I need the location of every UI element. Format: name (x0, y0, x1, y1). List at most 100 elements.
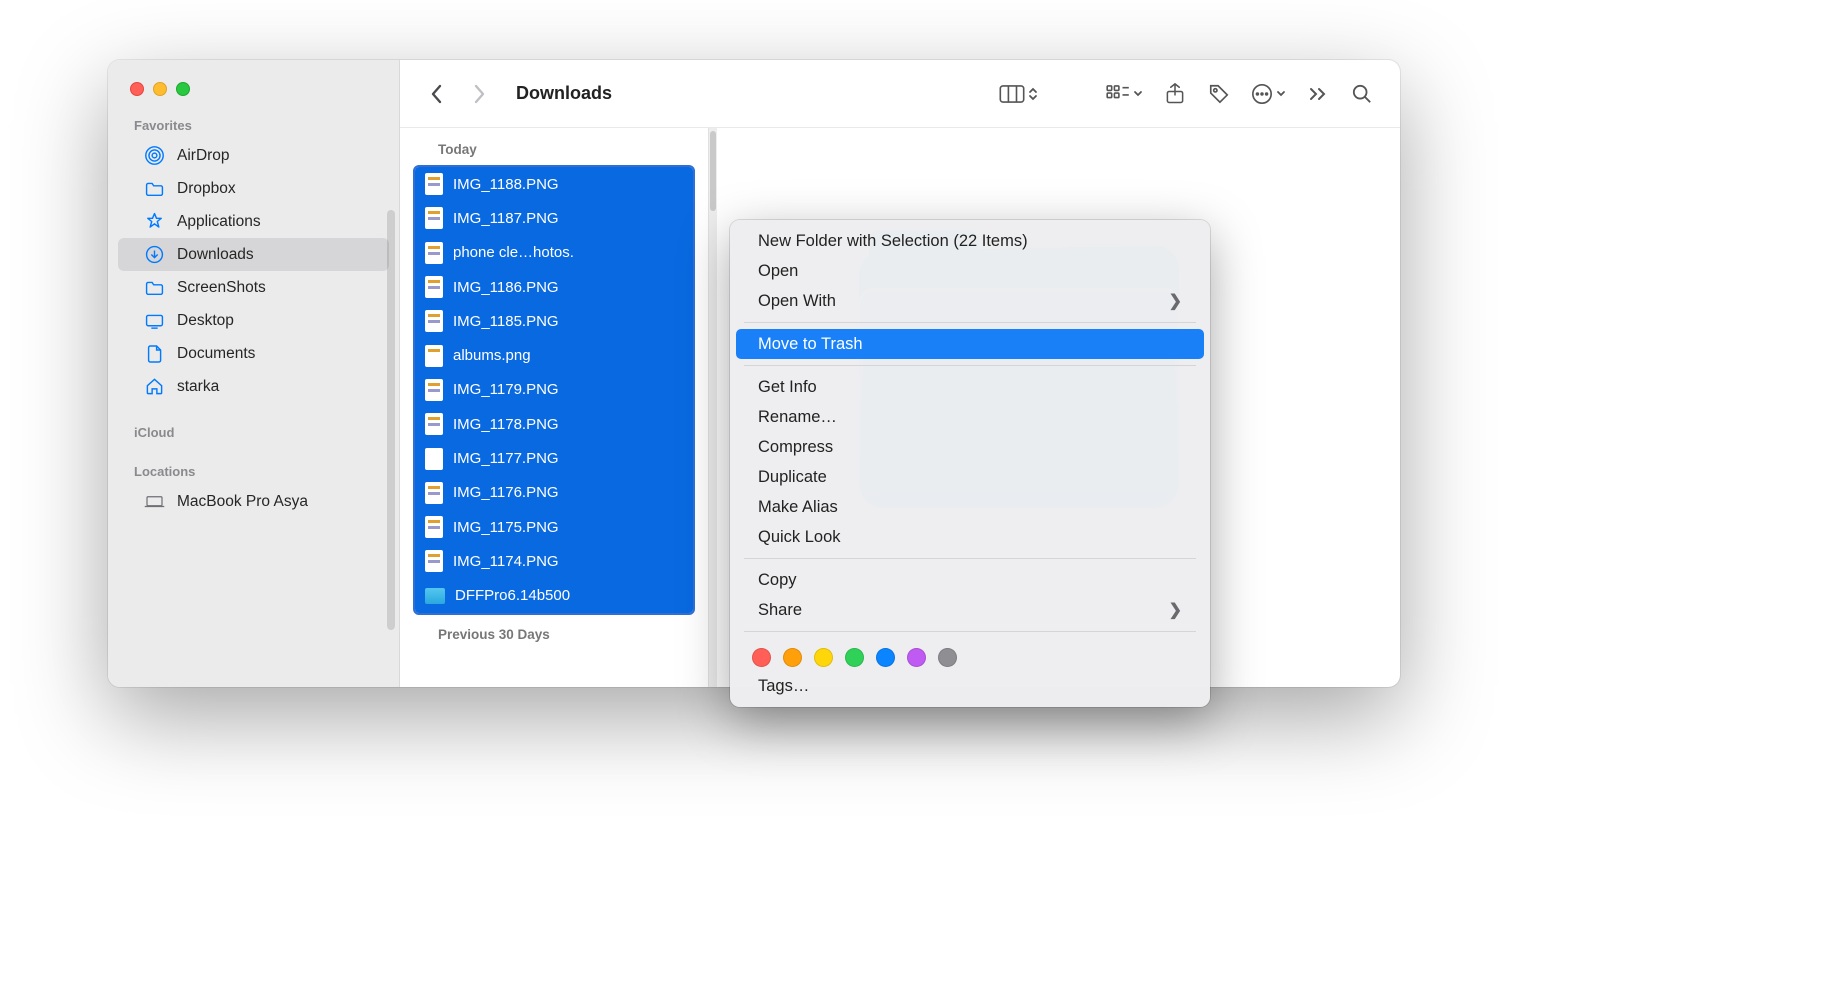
menu-separator (744, 631, 1196, 632)
menu-rename[interactable]: Rename… (736, 402, 1204, 432)
sidebar-item-documents[interactable]: Documents (118, 337, 389, 370)
file-item[interactable]: IMG_1175.PNG (415, 510, 693, 544)
sidebar-item-label: Downloads (177, 246, 254, 264)
menu-duplicate[interactable]: Duplicate (736, 462, 1204, 492)
sidebar-item-dropbox[interactable]: Dropbox (118, 172, 389, 205)
menu-share[interactable]: Share❯ (736, 595, 1204, 625)
back-button[interactable] (420, 79, 454, 109)
menu-quick-look[interactable]: Quick Look (736, 522, 1204, 552)
sidebar-item-label: starka (177, 378, 219, 396)
close-window-button[interactable] (130, 82, 144, 96)
sidebar-item-screenshots[interactable]: ScreenShots (118, 271, 389, 304)
folder-icon (144, 178, 165, 199)
file-item[interactable]: albums.png (415, 338, 693, 372)
file-item[interactable]: IMG_1188.PNG (415, 167, 693, 201)
view-columns-button[interactable] (993, 79, 1044, 109)
menu-new-folder-with-selection[interactable]: New Folder with Selection (22 Items) (736, 226, 1204, 256)
column-scrollbar[interactable] (709, 128, 717, 687)
sidebar: Favorites AirDrop Dropbox Applications D… (108, 60, 400, 687)
file-name: DFFPro6.14b500 (455, 587, 570, 604)
tag-yellow[interactable] (814, 648, 833, 667)
document-icon (144, 343, 165, 364)
home-icon (144, 376, 165, 397)
forward-button[interactable] (462, 79, 496, 109)
file-name: phone cle…hotos. (453, 244, 574, 261)
file-item[interactable]: IMG_1185.PNG (415, 304, 693, 338)
sidebar-item-label: Dropbox (177, 180, 236, 198)
more-button[interactable] (1245, 79, 1292, 109)
menu-copy[interactable]: Copy (736, 565, 1204, 595)
tags-button[interactable] (1201, 79, 1237, 109)
toolbar: Downloads (400, 60, 1400, 128)
menu-separator (744, 322, 1196, 323)
menu-move-to-trash[interactable]: Move to Trash (736, 329, 1204, 359)
file-name: IMG_1177.PNG (453, 450, 559, 467)
tag-green[interactable] (845, 648, 864, 667)
tag-orange[interactable] (783, 648, 802, 667)
file-column: Today IMG_1188.PNG IMG_1187.PNG phone cl… (400, 128, 709, 687)
menu-tag-colors (730, 638, 1210, 671)
sidebar-item-label: Applications (177, 213, 261, 231)
share-button[interactable] (1157, 79, 1193, 109)
menu-make-alias[interactable]: Make Alias (736, 492, 1204, 522)
file-item[interactable]: IMG_1187.PNG (415, 201, 693, 235)
sidebar-item-downloads[interactable]: Downloads (118, 238, 389, 271)
minimize-window-button[interactable] (153, 82, 167, 96)
menu-compress[interactable]: Compress (736, 432, 1204, 462)
file-item[interactable]: DFFPro6.14b500 (415, 579, 693, 613)
file-item[interactable]: IMG_1178.PNG (415, 407, 693, 441)
airdrop-icon (144, 145, 165, 166)
sidebar-item-home[interactable]: starka (118, 370, 389, 403)
tag-purple[interactable] (907, 648, 926, 667)
sidebar-item-airdrop[interactable]: AirDrop (118, 139, 389, 172)
sidebar-item-label: Desktop (177, 312, 234, 330)
file-item[interactable]: IMG_1174.PNG (415, 544, 693, 578)
sidebar-item-label: ScreenShots (177, 279, 266, 297)
group-button[interactable] (1100, 79, 1149, 109)
file-name: IMG_1188.PNG (453, 176, 559, 193)
context-menu: New Folder with Selection (22 Items) Ope… (730, 220, 1210, 707)
file-name: IMG_1179.PNG (453, 381, 559, 398)
file-name: IMG_1185.PNG (453, 313, 559, 330)
file-item[interactable]: IMG_1176.PNG (415, 476, 693, 510)
group-header-today: Today (400, 128, 708, 165)
sidebar-scrollbar[interactable] (387, 210, 395, 630)
applications-icon (144, 211, 165, 232)
search-button[interactable] (1344, 79, 1380, 109)
sidebar-section-locations: Locations (108, 446, 399, 485)
folder-icon (144, 277, 165, 298)
window-controls (108, 60, 399, 96)
chevron-right-icon: ❯ (1169, 291, 1182, 311)
tag-red[interactable] (752, 648, 771, 667)
file-name: IMG_1174.PNG (453, 553, 559, 570)
menu-separator (744, 558, 1196, 559)
sidebar-item-macbook[interactable]: MacBook Pro Asya (118, 485, 389, 518)
file-name: IMG_1176.PNG (453, 484, 559, 501)
menu-open[interactable]: Open (736, 256, 1204, 286)
file-item[interactable]: IMG_1186.PNG (415, 270, 693, 304)
file-item[interactable]: IMG_1179.PNG (415, 373, 693, 407)
file-name: IMG_1186.PNG (453, 279, 559, 296)
sidebar-section-icloud: iCloud (108, 403, 399, 446)
file-item[interactable]: phone cle…hotos. (415, 236, 693, 270)
overflow-button[interactable] (1300, 79, 1336, 109)
file-item[interactable]: IMG_1177.PNG (415, 441, 693, 475)
menu-get-info[interactable]: Get Info (736, 372, 1204, 402)
sidebar-item-label: MacBook Pro Asya (177, 493, 308, 511)
file-name: IMG_1175.PNG (453, 519, 559, 536)
sidebar-item-label: AirDrop (177, 147, 230, 165)
group-header-previous: Previous 30 Days (400, 615, 708, 642)
tag-gray[interactable] (938, 648, 957, 667)
menu-separator (744, 365, 1196, 366)
selection-box: IMG_1188.PNG IMG_1187.PNG phone cle…hoto… (413, 165, 695, 615)
file-name: IMG_1187.PNG (453, 210, 559, 227)
zoom-window-button[interactable] (176, 82, 190, 96)
sidebar-item-desktop[interactable]: Desktop (118, 304, 389, 337)
desktop-icon (144, 310, 165, 331)
chevron-right-icon: ❯ (1169, 600, 1182, 620)
laptop-icon (144, 491, 165, 512)
menu-open-with[interactable]: Open With❯ (736, 286, 1204, 316)
menu-tags[interactable]: Tags… (736, 671, 1204, 701)
sidebar-item-applications[interactable]: Applications (118, 205, 389, 238)
tag-blue[interactable] (876, 648, 895, 667)
